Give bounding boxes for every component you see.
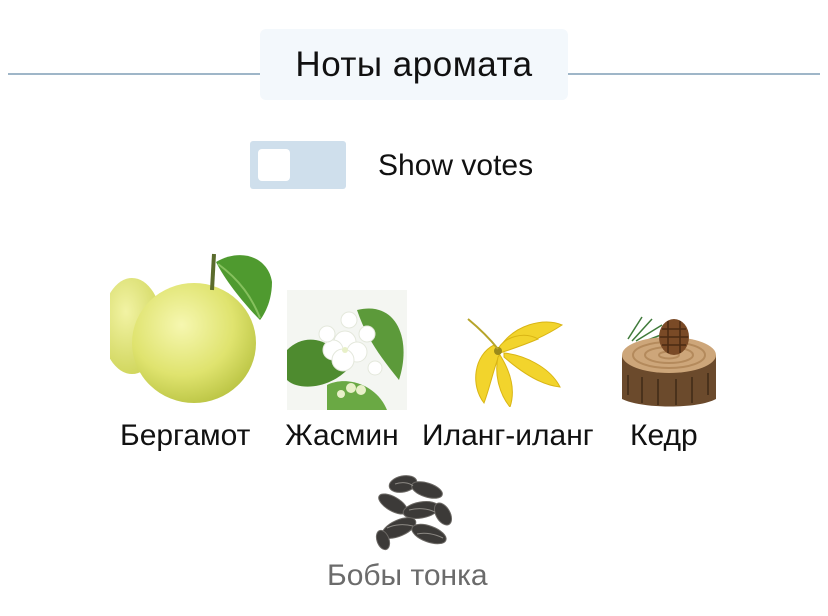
note-cedar[interactable]: Кедр xyxy=(620,315,720,452)
show-votes-toggle[interactable] xyxy=(250,141,346,189)
note-label: Бобы тонка xyxy=(327,559,488,592)
divider-right xyxy=(568,73,820,75)
divider-left xyxy=(8,73,260,75)
note-tonka-bean[interactable]: Бобы тонка xyxy=(325,468,505,593)
note-ylang-ylang[interactable]: Иланг-иланг xyxy=(420,315,610,452)
jasmine-image xyxy=(287,290,407,410)
show-votes-label: Show votes xyxy=(378,149,534,182)
note-jasmine[interactable]: Жасмин xyxy=(285,290,415,452)
fragrance-notes-page: Ноты аромата Show votes Бергамот Жасмин … xyxy=(0,0,828,616)
bergamot-image xyxy=(110,253,272,403)
note-label: Кедр xyxy=(630,419,698,452)
note-bergamot[interactable]: Бергамот xyxy=(110,250,275,452)
note-label: Жасмин xyxy=(285,419,399,452)
note-label: Бергамот xyxy=(120,419,251,452)
tonka-bean-image xyxy=(375,475,453,551)
note-label: Иланг-иланг xyxy=(422,419,594,452)
cedar-image xyxy=(622,316,716,407)
section-title-box: Ноты аромата xyxy=(260,29,568,100)
toggle-knob xyxy=(258,149,290,181)
ylang-ylang-image xyxy=(467,318,564,407)
section-title: Ноты аромата xyxy=(295,44,533,84)
